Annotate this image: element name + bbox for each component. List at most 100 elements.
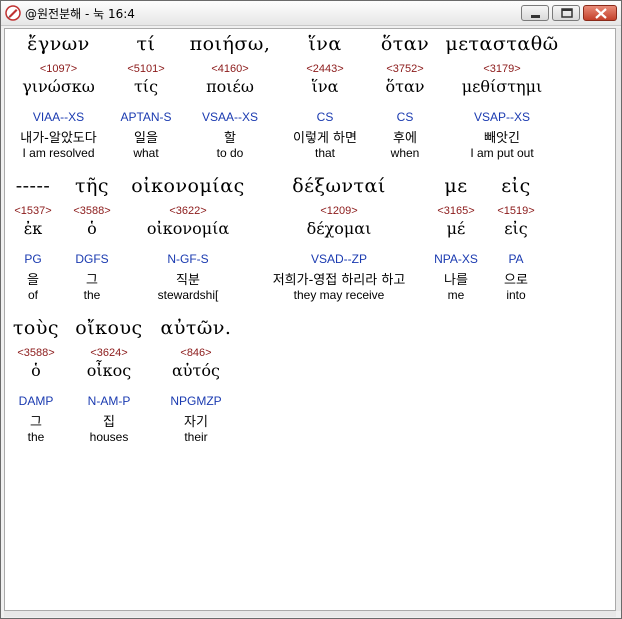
strong-number[interactable]: <4160> <box>180 63 280 75</box>
korean-gloss: 빼앗긴 <box>484 131 520 146</box>
word-block[interactable]: ποιήσω, <4160> ποιέω VSAA--XS 할 to do <box>180 29 280 169</box>
strong-number[interactable]: <1097> <box>5 63 112 75</box>
lemma: ἵνα <box>311 77 339 96</box>
word-block[interactable]: με <3165> μέ NPA-XS 나를 me <box>425 171 487 311</box>
greek-word: δέξωνταί <box>292 175 386 197</box>
app-icon <box>5 5 21 21</box>
english-gloss: the <box>27 430 45 444</box>
word-block[interactable]: ----- <1537> ἐκ PG 을 of <box>5 171 61 311</box>
parsing-code: VIAA--XS <box>32 110 85 124</box>
word-block[interactable]: τί <5101> τίς APTAN-S 일을 what <box>112 29 180 169</box>
korean-gloss: 내가-알았도다 <box>20 131 97 146</box>
korean-gloss: 으로 <box>504 273 528 288</box>
korean-gloss: 일을 <box>134 131 158 146</box>
minimize-button[interactable] <box>521 5 549 21</box>
word-block[interactable]: τοὺς <3588> ὁ DAMP 그 the <box>5 313 67 453</box>
strong-number[interactable]: <1537> <box>5 205 61 217</box>
korean-gloss: 그 <box>86 273 98 288</box>
strong-number[interactable]: <3179> <box>440 63 564 75</box>
lemma: δέχομαι <box>306 219 372 238</box>
korean-gloss: 자기 <box>184 415 208 430</box>
english-gloss: I am put out <box>470 146 534 160</box>
strong-number[interactable]: <3588> <box>5 347 67 359</box>
korean-gloss: 후에 <box>393 131 417 146</box>
parsing-code: CS <box>396 110 414 124</box>
english-gloss: into <box>506 288 526 302</box>
greek-word: ποιήσω, <box>189 33 271 55</box>
english-gloss: the <box>83 288 101 302</box>
korean-gloss: 저희가-영접 하리라 하고 <box>272 273 406 288</box>
korean-gloss: 할 <box>224 131 236 146</box>
word-block[interactable]: μετασταθῶ <3179> μεθίστημι VSAP--XS 빼앗긴 … <box>440 29 564 169</box>
word-block[interactable]: δέξωνταί <1209> δέχομαι VSAD--ZP 저희가-영접 … <box>253 171 425 311</box>
strong-number[interactable]: <1519> <box>487 205 545 217</box>
english-gloss: their <box>184 430 208 444</box>
lemma: γινώσκω <box>22 77 95 96</box>
word-block[interactable]: ἔγνων <1097> γινώσκω VIAA--XS 내가-알았도다 I … <box>5 29 112 169</box>
english-gloss: they may receive <box>293 288 385 302</box>
english-gloss: that <box>314 146 335 160</box>
strong-number[interactable]: <3624> <box>67 347 151 359</box>
strong-number[interactable]: <5101> <box>112 63 180 75</box>
word-block[interactable]: ἵνα <2443> ἵνα CS 이렇게 하면 that <box>280 29 370 169</box>
strong-number[interactable]: <3752> <box>370 63 440 75</box>
greek-word: οἰκονομίας <box>131 175 245 197</box>
window-title: @원전분해 - 눅 16:4 <box>25 7 135 21</box>
word-block[interactable]: εἰς <1519> εἰς PA 으로 into <box>487 171 545 311</box>
maximize-icon <box>561 8 573 18</box>
vertical-scrollbar[interactable] <box>616 28 621 611</box>
app-window: @원전분해 - 눅 16:4 ἔγνων <1097> γινώσκω VIAA… <box>0 0 622 619</box>
close-button[interactable] <box>583 5 617 21</box>
english-gloss: I am resolved <box>22 146 95 160</box>
lemma: μέ <box>446 219 466 238</box>
maximize-button[interactable] <box>552 5 580 21</box>
strong-number[interactable]: <1209> <box>253 205 425 217</box>
parsing-code: VSAA--XS <box>201 110 258 124</box>
parsing-code: VSAD--ZP <box>310 252 367 266</box>
horizontal-scrollbar[interactable] <box>4 611 616 617</box>
korean-gloss: 나를 <box>444 273 468 288</box>
greek-word: τῆς <box>74 175 110 197</box>
strong-number[interactable]: <3622> <box>123 205 253 217</box>
greek-word: ὅταν <box>380 33 430 55</box>
strong-number[interactable]: <3165> <box>425 205 487 217</box>
korean-gloss: 을 <box>27 273 39 288</box>
word-block[interactable]: αὐτῶν. <846> αὐτός NPGMZP 자기 their <box>151 313 241 453</box>
english-gloss: when <box>390 146 420 160</box>
word-block[interactable]: ὅταν <3752> ὅταν CS 후에 when <box>370 29 440 169</box>
korean-gloss: 그 <box>30 415 42 430</box>
greek-word: με <box>444 175 468 197</box>
lemma: οἶκος <box>86 361 132 380</box>
parsing-code: CS <box>316 110 334 124</box>
greek-word: ἵνα <box>308 33 342 55</box>
lemma: ὁ <box>87 219 97 238</box>
greek-word: εἰς <box>501 175 531 197</box>
parsing-code: PG <box>24 252 42 266</box>
english-gloss: stewardshi[ <box>157 288 219 302</box>
parsing-code: VSAP--XS <box>473 110 530 124</box>
strong-number[interactable]: <2443> <box>280 63 370 75</box>
lemma: τίς <box>133 77 159 96</box>
english-gloss: of <box>27 288 38 302</box>
verse-line: τοὺς <3588> ὁ DAMP 그 the οἴκους <3624> ο… <box>5 313 617 455</box>
parsing-code: N-GF-S <box>167 252 209 266</box>
greek-word: μετασταθῶ <box>445 33 559 55</box>
strong-number[interactable]: <3588> <box>61 205 123 217</box>
interlinear-view: ἔγνων <1097> γινώσκω VIAA--XS 내가-알았도다 I … <box>4 28 616 611</box>
lemma: ἐκ <box>23 219 43 238</box>
english-gloss: what <box>133 146 159 160</box>
strong-number[interactable]: <846> <box>151 347 241 359</box>
parsing-code: NPGMZP <box>170 394 222 408</box>
english-gloss: me <box>447 288 465 302</box>
word-block[interactable]: οἰκονομίας <3622> οἰκονομία N-GF-S 직분 st… <box>123 171 253 311</box>
greek-word: τί <box>136 33 156 55</box>
lemma: ποιέω <box>206 77 254 96</box>
verse-line: ἔγνων <1097> γινώσκω VIAA--XS 내가-알았도다 I … <box>5 29 617 171</box>
english-gloss: houses <box>89 430 129 444</box>
lemma: αὐτός <box>172 361 220 380</box>
word-block[interactable]: τῆς <3588> ὁ DGFS 그 the <box>61 171 123 311</box>
title-bar[interactable]: @원전분해 - 눅 16:4 <box>1 1 621 26</box>
word-block[interactable]: οἴκους <3624> οἶκος N-AM-P 집 houses <box>67 313 151 453</box>
lemma: εἰς <box>504 219 528 238</box>
english-gloss: to do <box>216 146 244 160</box>
